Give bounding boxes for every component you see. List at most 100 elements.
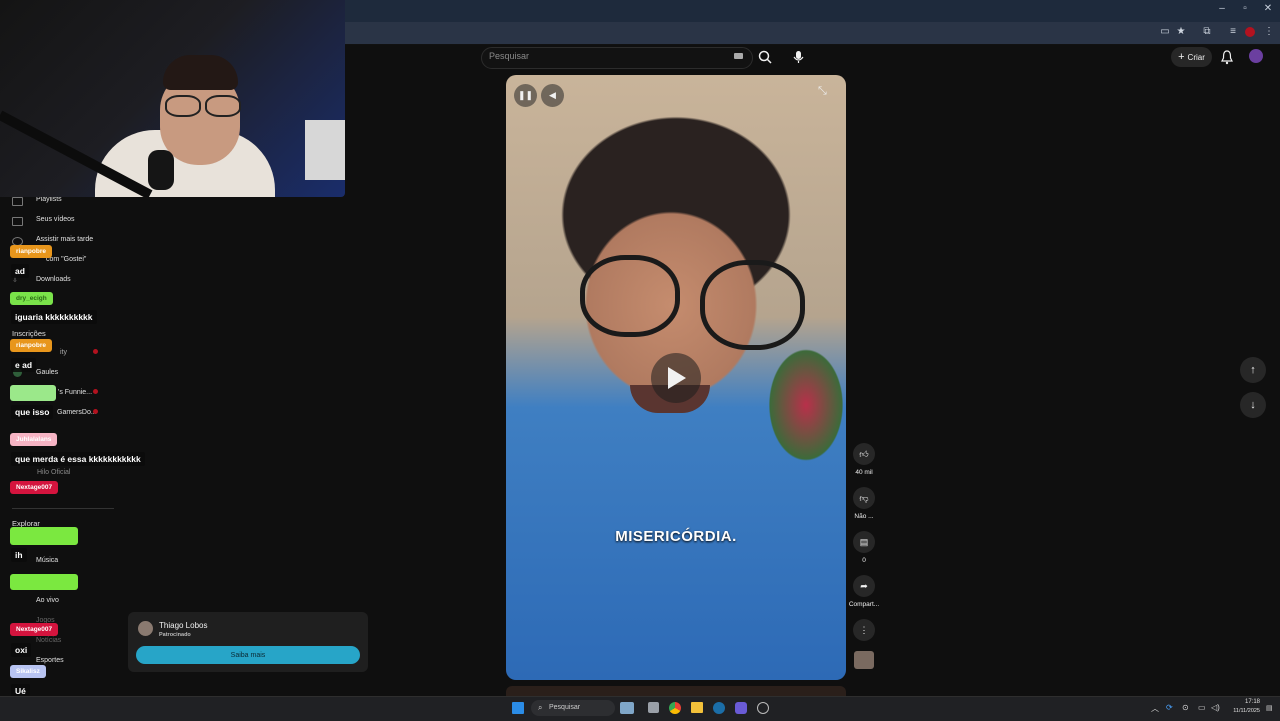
explore-item-news[interactable]: Notícias — [36, 637, 61, 644]
file-explorer-icon[interactable] — [691, 702, 703, 713]
explore-item-live[interactable]: Ao vivo — [36, 597, 59, 604]
search-icon — [758, 50, 772, 64]
dislike-label: Não ... — [854, 513, 874, 520]
comments-button[interactable]: ▤ — [853, 531, 875, 553]
share-icon: ➦ — [860, 580, 868, 591]
share-button[interactable]: ➦ — [853, 575, 875, 597]
ad-sponsored-tag: Patrocinado — [159, 632, 191, 638]
next-short-button[interactable]: ↓ — [1240, 392, 1266, 418]
chat-username: dry_ecigh — [10, 292, 53, 305]
chat-message: ih — [11, 548, 27, 562]
chat-message: iguaria kkkkkkkkkk — [11, 310, 97, 324]
tray-volume-icon[interactable]: ◁) — [1211, 703, 1220, 712]
arrow-up-icon: ↑ — [1250, 364, 1256, 376]
sidebar-label: Assistir mais tarde — [36, 236, 94, 243]
next-video-thumbnail[interactable] — [506, 686, 846, 696]
maximize-button[interactable]: ▫ — [1236, 3, 1254, 14]
arrow-down-icon: ↓ — [1250, 399, 1256, 411]
chat-message: ad — [11, 264, 29, 278]
notifications-button[interactable] — [1220, 49, 1234, 70]
taskbar-search-label: Pesquisar — [549, 704, 581, 711]
chat-username-badge — [10, 574, 78, 590]
channel-thumbnail[interactable] — [854, 651, 874, 669]
video-icon — [12, 217, 23, 226]
expand-icon[interactable]: ⤡ — [818, 85, 827, 98]
volume-button[interactable]: ◀ — [541, 84, 564, 107]
thumbs-down-icon: 👎︎ — [859, 492, 869, 503]
notification-center-icon[interactable]: ▤ — [1266, 704, 1273, 712]
comment-icon: ▤ — [859, 536, 869, 547]
previous-short-button[interactable]: ↑ — [1240, 357, 1266, 383]
comments-count: 0 — [862, 557, 866, 564]
play-icon — [668, 367, 686, 389]
chat-username: Juhlalalans — [10, 433, 58, 446]
learn-more-button[interactable]: Saiba mais — [136, 646, 360, 664]
sub-channel[interactable]: Gaules — [36, 369, 58, 376]
tray-sync-icon[interactable]: ⟳ — [1166, 703, 1173, 712]
ad-channel-avatar — [138, 621, 153, 636]
chat-username-badge — [10, 527, 78, 545]
sidebar-label: Downloads — [36, 276, 71, 283]
search-button[interactable] — [754, 47, 776, 67]
sub-channel[interactable]: Hilo Oficial — [37, 469, 70, 476]
share-label: Compart... — [848, 601, 880, 608]
discord-icon[interactable] — [735, 702, 747, 714]
chat-message: que isso — [11, 405, 54, 419]
browser-menu-icon[interactable]: ⋮ — [1262, 26, 1276, 37]
clock-time[interactable]: 17:18 — [1240, 699, 1260, 705]
task-view-icon[interactable] — [648, 702, 659, 713]
sub-channel[interactable]: 's Funnie... — [58, 389, 92, 396]
keyboard-icon[interactable] — [734, 53, 743, 59]
account-avatar[interactable] — [1249, 49, 1263, 63]
cast-icon[interactable]: ▭ — [1158, 26, 1172, 37]
tray-network-icon[interactable]: ⊙ — [1182, 703, 1189, 712]
create-button[interactable]: + Criar — [1171, 47, 1212, 67]
chat-username-badge — [10, 385, 56, 401]
live-dot — [93, 389, 98, 394]
steam-icon[interactable] — [713, 702, 725, 714]
section-subscriptions[interactable]: Inscrições — [12, 329, 46, 338]
minimize-button[interactable]: – — [1213, 3, 1231, 14]
windows-start-icon[interactable] — [512, 702, 524, 714]
explore-item-music[interactable]: Música — [36, 557, 58, 564]
bell-icon — [1221, 50, 1233, 65]
chat-message: que merda é essa kkkkkkkkkkk — [11, 452, 145, 466]
chrome-icon[interactable] — [669, 702, 681, 714]
search-placeholder: Pesquisar — [489, 51, 530, 61]
app-icon[interactable] — [757, 702, 769, 714]
sidebar-label: Playlists — [36, 196, 62, 203]
sidebar-item-liked[interactable]: com "Gostei" — [46, 256, 86, 263]
speaker-icon: ◀ — [549, 90, 556, 100]
chat-message: oxi — [11, 643, 32, 657]
profile-icon[interactable] — [1245, 27, 1255, 37]
sub-channel[interactable]: ity — [60, 349, 67, 356]
chat-username: rianpobre — [10, 245, 52, 258]
voice-search-button[interactable] — [787, 47, 809, 67]
tray-display-icon[interactable]: ▭ — [1198, 703, 1206, 712]
chat-username: Nextage007 — [10, 623, 59, 636]
plus-icon: + — [1178, 51, 1185, 63]
sidebar-label: Seus vídeos — [36, 216, 75, 223]
dislike-button[interactable]: 👎︎ — [853, 487, 875, 509]
create-label: Criar — [1187, 52, 1205, 62]
like-button[interactable]: 👍︎ — [853, 443, 875, 465]
sub-channel[interactable]: GamersDo... — [57, 409, 97, 416]
webcam-scene — [0, 0, 345, 197]
clock-date[interactable]: 11/11/2025 — [1228, 708, 1260, 714]
media-control-icon[interactable]: ≡ — [1226, 26, 1240, 37]
ad-channel-name[interactable]: Thiago Lobos — [159, 621, 207, 630]
explore-item-sports[interactable]: Esportes — [36, 657, 64, 664]
video-caption: MISERICÓRDIA. — [615, 528, 737, 545]
play-button[interactable] — [651, 353, 701, 403]
chat-username: Sikalisz — [10, 665, 46, 678]
extensions-icon[interactable]: ⧉ — [1200, 26, 1214, 37]
taskbar-app-icon[interactable] — [620, 702, 634, 714]
more-options-button[interactable]: ⋮ — [853, 619, 875, 641]
chat-username: Nextage007 — [10, 481, 59, 494]
tray-chevron-icon[interactable]: ︿ — [1151, 703, 1159, 714]
pause-button[interactable]: ❚❚ — [514, 84, 537, 107]
bookmark-star-icon[interactable]: ★ — [1174, 26, 1188, 37]
close-window-button[interactable]: ✕ — [1259, 3, 1277, 14]
playlist-icon — [12, 197, 23, 206]
microphone-icon — [793, 51, 804, 63]
